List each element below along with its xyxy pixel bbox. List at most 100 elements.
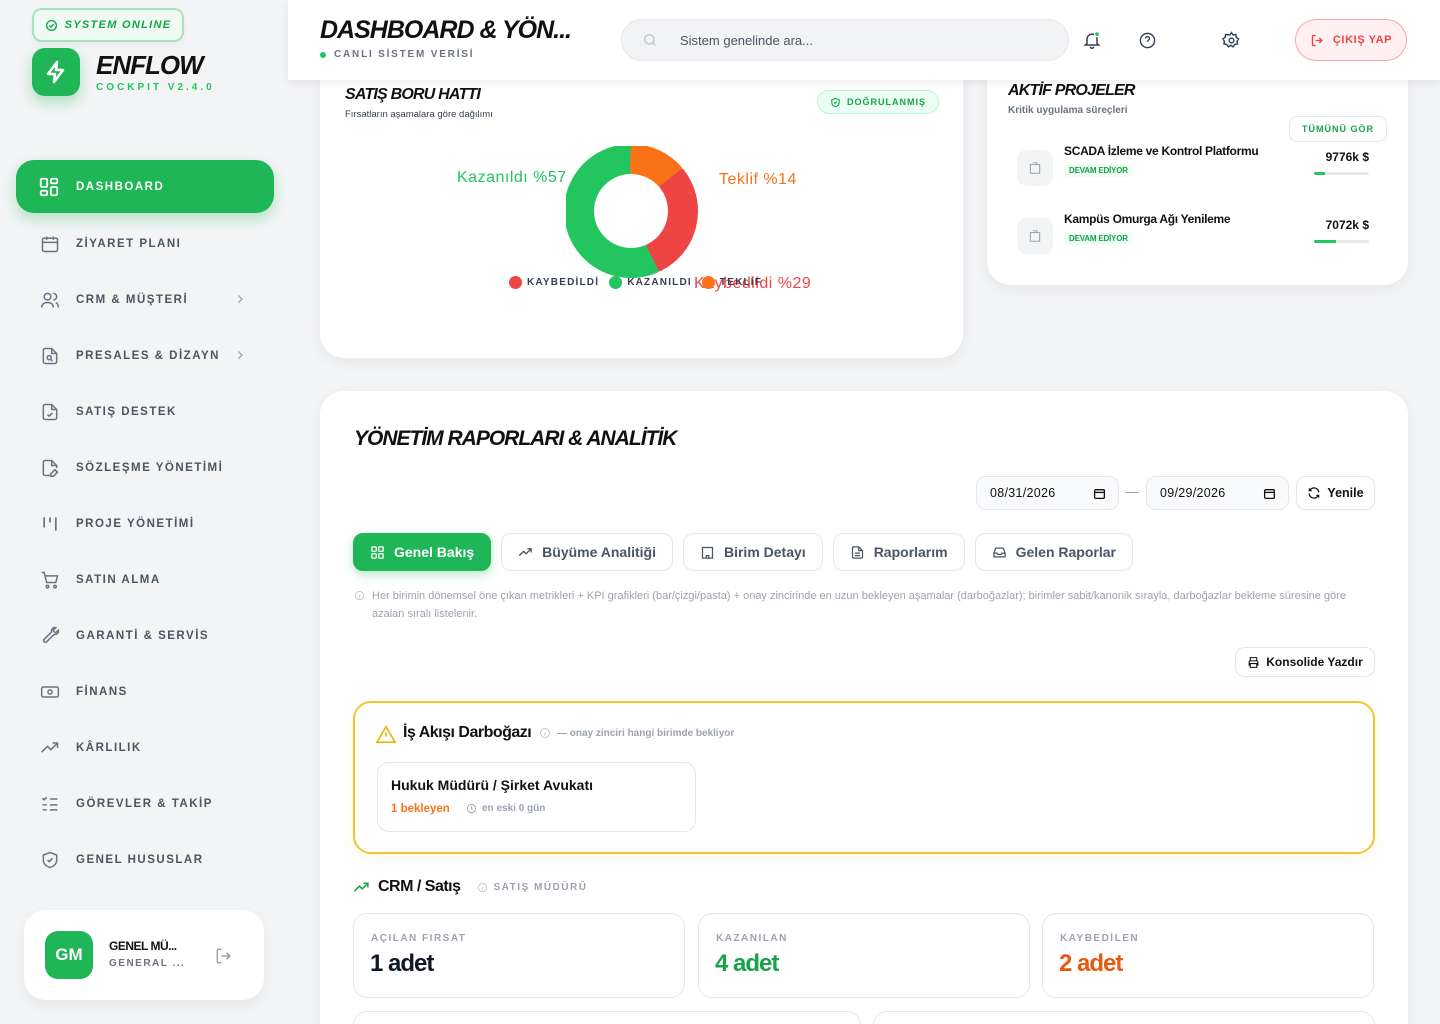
kanban-icon [43,517,57,531]
tab-genel-bakis[interactable]: Genel Bakış [353,533,492,571]
stat-card-lost[interactable]: KAYBEDİLEN 2 adet [1042,913,1374,998]
project-progress-bar [1314,172,1369,175]
sidebar-item-label: PRESALES & DİZAYN [76,350,220,362]
bottleneck-waiting-count: 1 bekleyen [391,803,450,815]
pipeline-card: SATIŞ BORU HATTI Fırsatların aşamalara g… [320,44,963,358]
info-icon [477,882,487,892]
project-item[interactable]: Kampüs Omurga Ağı Yenileme DEVAM EDİYOR … [1017,212,1387,254]
sidebar-item-finans[interactable]: FİNANS [0,664,288,720]
tab-buyume-analitigi[interactable]: Büyüme Analitiği [501,533,673,571]
stat-card-won[interactable]: KAZANILAN 4 adet [698,913,1030,998]
sidebar-item-label: KÂRLILIK [76,742,142,754]
verified-label: DOĞRULANMIŞ [847,97,926,107]
crm-section-title: CRM / Satış [378,878,461,895]
date-from-value: 08/31/2026 [990,486,1056,500]
print-consolidated-button[interactable]: Konsolide Yazdır [1235,647,1375,677]
sidebar-item-gorevler[interactable]: GÖREVLER & TAKİP [0,776,288,832]
project-status-badge: DEVAM EDİYOR [1064,164,1133,177]
sidebar-item-label: DASHBOARD [76,180,165,193]
tab-label: Genel Bakış [394,544,475,560]
tab-raporlarim[interactable]: Raporlarım [832,533,965,571]
legend-item-lost[interactable]: KAYBEDİLDİ [509,276,599,289]
project-name: SCADA İzleme ve Kontrol Platformu [1064,144,1259,158]
verified-badge: DOĞRULANMIŞ [817,90,939,114]
project-progress-fill [1314,172,1325,175]
sidebar-item-satis-destek[interactable]: SATIŞ DESTEK [0,384,288,440]
building-icon [1029,162,1041,174]
sidebar-item-proje[interactable]: PROJE YÖNETİMİ [0,496,288,552]
sidebar-item-crm[interactable]: CRM & MÜŞTERİ [0,272,288,328]
crm-role-text: SATIŞ MÜDÜRÜ [493,881,588,893]
grid-icon [39,177,59,196]
stat-value: 1 adet [370,950,434,977]
user-name: GENEL MÜ... [109,939,177,953]
live-dot [320,51,326,58]
bottleneck-item[interactable]: Hukuk Müdürü / Şirket Avukatı 1 bekleyen… [377,762,696,832]
project-progress-fill [1314,240,1336,243]
see-all-button[interactable]: TÜMÜNÜ GÖR [1289,116,1387,142]
search-bar[interactable] [621,19,1069,61]
stat-card-opened[interactable]: AÇILAN FIRSAT 1 adet [353,913,685,998]
shield-check-icon [831,97,840,107]
system-status-text: SYSTEM ONLINE [64,19,172,31]
info-icon [354,590,365,601]
pie-label-offer: Teklif %14 [719,171,797,188]
legend-item-offer[interactable]: TEKLİF [701,276,762,289]
sidebar-item-satin-alma[interactable]: SATIN ALMA [0,552,288,608]
date-separator [1125,492,1139,493]
logout-button[interactable]: ÇIKIŞ YAP [1295,19,1407,61]
tab-birim-detayi[interactable]: Birim Detayı [682,533,823,571]
logout-icon[interactable] [214,946,234,966]
user-role: GENERAL ... [109,958,186,969]
sidebar-item-ziyaret-plani[interactable]: ZİYARET PLANI [0,216,288,272]
report-info-text: Her birimin dönemsel öne çıkan metrikler… [354,587,1354,623]
sidebar-item-karlilik[interactable]: KÂRLILIK [0,720,288,776]
sidebar-item-label: GARANTİ & SERVİS [76,630,210,642]
pie-slice-lost[interactable] [646,168,698,272]
project-item[interactable]: SCADA İzleme ve Kontrol Platformu DEVAM … [1017,144,1387,186]
project-value: 9776k $ [1325,150,1369,164]
logout-label: ÇIKIŞ YAP [1332,34,1393,46]
legend-label: KAZANILDI [627,277,692,288]
gear-icon[interactable] [1222,31,1241,50]
search-icon [644,34,656,46]
bottleneck-hint: — onay zinciri hangi birimde bekliyor [539,727,734,739]
users-icon [40,292,60,308]
sidebar: SYSTEM ONLINE ENFLOW COCKPIT V2.4.0 DASH… [0,0,288,1024]
search-input[interactable] [680,32,1060,48]
legend-label: KAYBEDİLDİ [527,277,600,288]
legend-item-won[interactable]: KAZANILDI [609,276,692,289]
tab-gelen-raporlar[interactable]: Gelen Raporlar [974,533,1133,571]
stat-label: AÇILAN FIRSAT [371,933,467,944]
refresh-button[interactable]: Yenile [1296,476,1375,510]
date-to-input[interactable]: 09/29/2026 [1146,476,1289,510]
chart-card-placeholder [873,1011,1375,1024]
sidebar-item-garanti[interactable]: GARANTİ & SERVİS [0,608,288,664]
print-label: Konsolide Yazdır [1266,655,1363,669]
cart-icon [41,571,59,589]
sidebar-item-label: ZİYARET PLANI [76,238,182,250]
sidebar-item-dashboard[interactable]: DASHBOARD [16,160,274,213]
sidebar-item-genel-hususlar[interactable]: GENEL HUSUSLAR [0,832,288,888]
user-profile-card[interactable]: GM GENEL MÜ... GENERAL ... [24,910,264,1000]
trending-up-icon [353,881,369,892]
bell-icon[interactable] [1082,30,1102,50]
tab-label: Büyüme Analitiği [542,544,656,560]
project-icon-box [1017,218,1053,254]
sidebar-item-sozlesme[interactable]: SÖZLEŞME YÖNETİMİ [0,440,288,496]
date-from-input[interactable]: 08/31/2026 [976,476,1119,510]
trending-up-icon [518,547,532,556]
sidebar-item-presales[interactable]: PRESALES & DİZAYN [0,328,288,384]
report-info-content: Her birimin dönemsel öne çıkan metrikler… [372,590,1346,620]
help-icon[interactable] [1138,31,1157,50]
logo[interactable] [32,48,80,96]
banknote-icon [40,686,60,698]
inbox-icon [992,547,1006,557]
sidebar-item-label: GÖREVLER & TAKİP [76,798,213,810]
calendar-icon [1093,489,1106,500]
sidebar-item-label: CRM & MÜŞTERİ [76,294,189,306]
file-text-icon [851,545,863,559]
sidebar-item-label: SATIŞ DESTEK [76,406,177,418]
clock-icon [466,803,477,814]
report-tabs: Genel Bakış Büyüme Analitiği Birim Detay… [353,533,1133,571]
